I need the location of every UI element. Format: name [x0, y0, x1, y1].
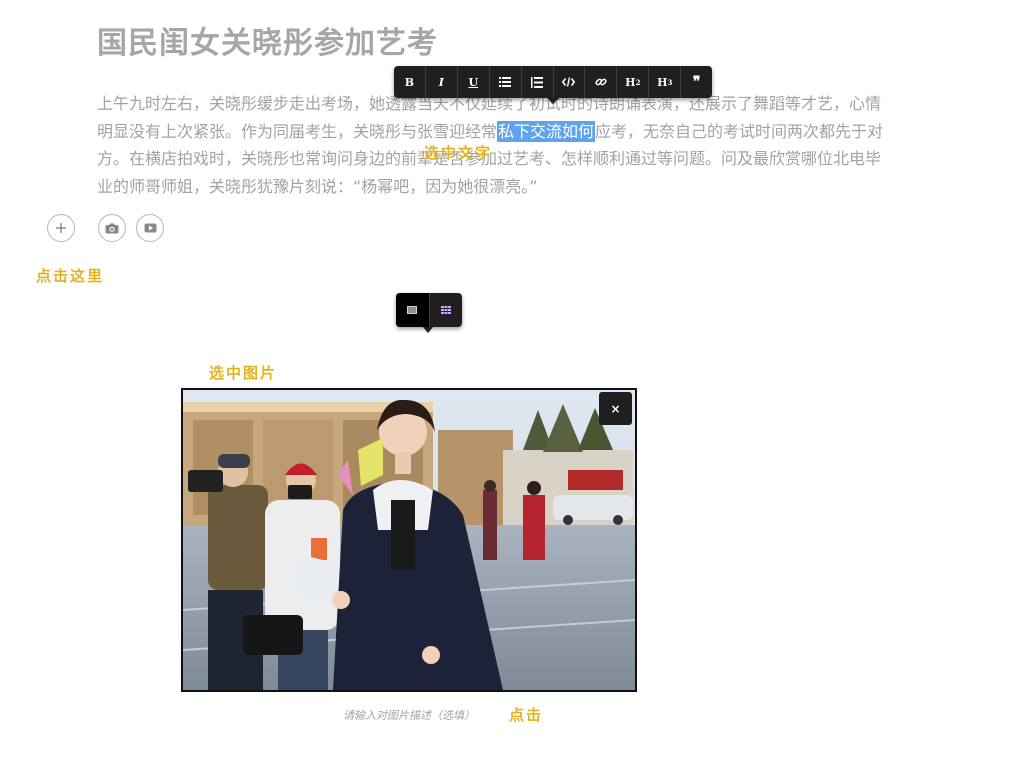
image-layout-toolbar	[396, 293, 463, 333]
photo-illustration	[183, 390, 635, 690]
video-icon	[144, 223, 156, 233]
layout-grid-button[interactable]	[430, 293, 463, 327]
code-button[interactable]	[554, 66, 586, 98]
bulleted-list-button[interactable]	[490, 66, 522, 98]
bold-button[interactable]: B	[394, 66, 426, 98]
insert-video-button[interactable]	[136, 214, 164, 242]
annotation-click-here: 点击这里	[36, 267, 105, 285]
heading-3-sup: 3	[667, 77, 673, 87]
camera-icon	[105, 223, 119, 233]
link-button[interactable]	[585, 66, 618, 98]
underline-button[interactable]: U	[458, 66, 490, 98]
single-image-layout-icon	[407, 306, 418, 314]
underline-label: U	[468, 75, 479, 89]
numbered-list-icon	[531, 76, 544, 88]
link-icon	[595, 78, 607, 86]
heading-2-button[interactable]: H2	[617, 66, 650, 98]
quote-icon: ❞	[692, 74, 701, 90]
format-toolbar: B I U H 2 H 3 ❞	[394, 66, 712, 104]
grid-layout-icon	[440, 306, 451, 314]
italic-button[interactable]: I	[426, 66, 458, 98]
image-caption-input[interactable]	[292, 704, 526, 726]
italic-label: I	[438, 75, 444, 89]
numbered-list-button[interactable]	[522, 66, 554, 98]
article-title[interactable]: 国民闺女关晓彤参加艺考	[97, 18, 438, 62]
bulleted-list-icon	[499, 77, 512, 87]
insert-photo-button[interactable]	[98, 214, 126, 242]
heading-2-label: H	[625, 75, 636, 89]
code-icon	[562, 77, 576, 87]
selected-photo[interactable]	[181, 388, 637, 692]
annotation-select-text: 选中文字	[424, 144, 493, 162]
close-icon: ×	[610, 401, 621, 416]
add-media-button[interactable]	[47, 214, 75, 242]
bold-label: B	[404, 75, 415, 89]
annotation-select-image: 选中图片	[209, 364, 278, 382]
heading-2-sup: 2	[635, 77, 641, 87]
plus-icon	[56, 223, 66, 233]
editor-page: 国民闺女关晓彤参加艺考 上午九时左右，关晓彤缓步走出考场，她透露当天不仅延续了初…	[0, 0, 1024, 780]
selected-text[interactable]: 私下交流如何	[497, 120, 596, 142]
layout-single-button[interactable]	[396, 293, 430, 327]
quote-button[interactable]: ❞	[681, 66, 712, 98]
remove-image-button[interactable]: ×	[599, 392, 632, 425]
heading-3-button[interactable]: H3	[649, 66, 682, 98]
heading-3-label: H	[657, 75, 668, 89]
